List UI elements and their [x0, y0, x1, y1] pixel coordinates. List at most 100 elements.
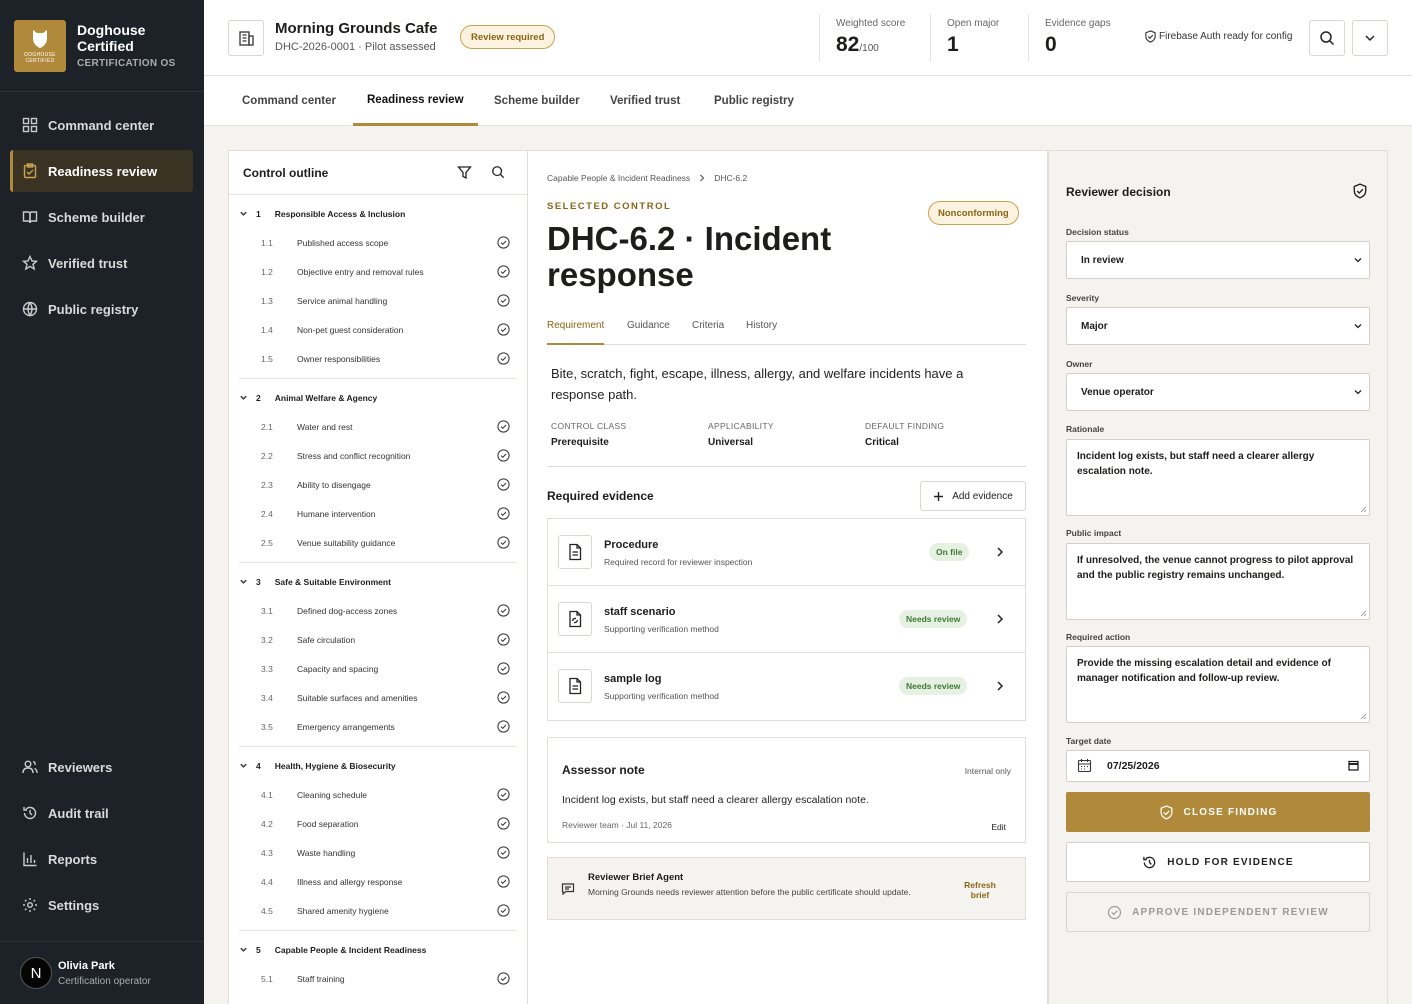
edit-note-button[interactable]: Edit	[991, 822, 1006, 832]
section-divider	[239, 378, 517, 379]
outline-control-item[interactable]: 3.3 Capacity and spacing	[229, 654, 527, 683]
tab-requirement[interactable]: Requirement	[547, 320, 605, 345]
rationale-textarea[interactable]: Incident log exists, but staff need a cl…	[1066, 439, 1370, 516]
resize-grip-icon[interactable]	[1360, 713, 1367, 720]
nav-item-command-center[interactable]: Command center	[10, 104, 193, 146]
breadcrumb-section[interactable]: Capable People & Incident Readiness	[547, 173, 690, 183]
approve-independent-review-button[interactable]: APPROVE INDEPENDENT REVIEW	[1066, 892, 1370, 932]
public-impact-textarea[interactable]: If unresolved, the venue cannot progress…	[1066, 543, 1370, 620]
outline-control-item[interactable]: 3.1 Defined dog-access zones	[229, 596, 527, 625]
outline-control-item[interactable]: 2.3 Ability to disengage	[229, 470, 527, 499]
check-circle-icon	[497, 420, 510, 433]
outline-control-item[interactable]: 2.4 Humane intervention	[229, 499, 527, 528]
check-circle-icon	[497, 265, 510, 278]
user-profile[interactable]: N Olivia Park Certification operator	[0, 941, 204, 1004]
attr-value: Prerequisite	[551, 437, 609, 448]
chevron-down-icon[interactable]	[239, 577, 248, 586]
filter-icon[interactable]	[457, 165, 472, 180]
search-button[interactable]	[1309, 20, 1345, 56]
tab-readiness-review[interactable]: Readiness review	[353, 76, 478, 126]
account-menu-button[interactable]	[1352, 20, 1388, 56]
outline-control-item[interactable]: 4.5 Shared amenity hygiene	[229, 896, 527, 925]
outline-control-item[interactable]: 2.2 Stress and conflict recognition	[229, 441, 527, 470]
outline-control-item[interactable]: 4.3 Waste handling	[229, 838, 527, 867]
decision-status-select[interactable]: In review	[1066, 241, 1370, 279]
outline-control-item[interactable]: 3.5 Emergency arrangements	[229, 712, 527, 741]
outline-control-item[interactable]: 4.4 Illness and allergy response	[229, 867, 527, 896]
outline-control-item[interactable]: 5.1 Staff training	[229, 964, 527, 993]
approve-review-label: APPROVE INDEPENDENT REVIEW	[1132, 906, 1329, 918]
outline-control-item[interactable]: 1.4 Non-pet guest consideration	[229, 315, 527, 344]
tab-public-registry[interactable]: Public registry	[714, 76, 794, 126]
nav-item-verified-trust[interactable]: Verified trust	[10, 242, 193, 284]
attr-label: DEFAULT FINDING	[865, 421, 945, 431]
check-circle-icon	[497, 294, 510, 307]
metric-value: 0	[1045, 33, 1057, 56]
search-icon	[1320, 31, 1335, 46]
evidence-item-procedure[interactable]: Procedure Required record for reviewer i…	[548, 519, 1025, 586]
owner-select[interactable]: Venue operator	[1066, 373, 1370, 411]
outline-control-item[interactable]: 1.3 Service animal handling	[229, 286, 527, 315]
check-circle-icon	[497, 236, 510, 249]
evidence-item-sample-log[interactable]: sample log Supporting verification metho…	[548, 653, 1025, 720]
outline-section[interactable]: 3 Safe & Suitable Environment	[229, 567, 527, 596]
outline-control-item[interactable]: 4.2 Food separation	[229, 809, 527, 838]
control-number: 4.2	[261, 818, 273, 829]
chevron-down-icon[interactable]	[239, 393, 248, 402]
chevron-down-icon[interactable]	[239, 761, 248, 770]
severity-select[interactable]: Major	[1066, 307, 1370, 345]
search-icon[interactable]	[491, 165, 505, 179]
outline-list: 1 Responsible Access & Inclusion 1.1 Publis…	[229, 199, 527, 993]
nav-item-audit-trail[interactable]: Audit trail	[10, 792, 193, 834]
brand[interactable]: DOGHOUSE CERTIFIED Doghouse Certified CE…	[0, 0, 204, 92]
outline-section[interactable]: 1 Responsible Access & Inclusion	[229, 199, 527, 228]
control-number: 3.2	[261, 634, 273, 645]
metric-weighted-score: Weighted score 82/100	[819, 14, 905, 62]
calendar-picker-icon[interactable]	[1348, 760, 1359, 771]
tab-scheme-builder[interactable]: Scheme builder	[494, 76, 580, 126]
add-evidence-button[interactable]: Add evidence	[920, 481, 1026, 511]
close-finding-button[interactable]: CLOSE FINDING	[1066, 792, 1370, 832]
outline-control-item[interactable]: 2.5 Venue suitability guidance	[229, 528, 527, 557]
shield-check-icon	[1160, 804, 1173, 820]
outline-section[interactable]: 4 Health, Hygiene & Biosecurity	[229, 751, 527, 780]
resize-grip-icon[interactable]	[1360, 506, 1367, 513]
evidence-status-badge: On file	[929, 543, 970, 561]
tab-guidance[interactable]: Guidance	[627, 320, 670, 345]
nav-item-reviewers[interactable]: Reviewers	[10, 746, 193, 788]
nav-item-scheme-builder[interactable]: Scheme builder	[10, 196, 193, 238]
refresh-brief-button[interactable]: Refresh brief	[958, 880, 1002, 900]
tab-criteria[interactable]: Criteria	[692, 320, 724, 345]
module-tabs: Command center Readiness review Scheme b…	[204, 76, 1412, 126]
resize-grip-icon[interactable]	[1360, 610, 1367, 617]
check-circle-icon	[497, 904, 510, 917]
nav-item-readiness-review[interactable]: Readiness review	[10, 150, 193, 192]
required-action-textarea[interactable]: Provide the missing escalation detail an…	[1066, 646, 1370, 723]
outline-control-item[interactable]: 4.1 Cleaning schedule	[229, 780, 527, 809]
evidence-title: Required evidence	[547, 489, 654, 503]
outline-control-item[interactable]: 1.5 Owner responsibilities	[229, 344, 527, 373]
nav-item-reports[interactable]: Reports	[10, 838, 193, 880]
outline-control-item[interactable]: 2.1 Water and rest	[229, 412, 527, 441]
outline-control-item[interactable]: 1.2 Objective entry and removal rules	[229, 257, 527, 286]
tab-verified-trust[interactable]: Verified trust	[610, 76, 680, 126]
outline-control-item[interactable]: 3.4 Suitable surfaces and amenities	[229, 683, 527, 712]
tab-command-center[interactable]: Command center	[242, 76, 336, 126]
hold-for-evidence-button[interactable]: HOLD FOR EVIDENCE	[1066, 842, 1370, 882]
evidence-item-staff-scenario[interactable]: staff scenario Supporting verification m…	[548, 586, 1025, 653]
nav-item-settings[interactable]: Settings	[10, 884, 193, 926]
control-title: DHC-6.2 · Incident response	[547, 220, 832, 293]
target-date-input[interactable]: 07/25/2026	[1066, 750, 1370, 782]
outline-section[interactable]: 5 Capable People & Incident Readiness	[229, 935, 527, 964]
attr-value: Universal	[708, 437, 754, 448]
tab-history[interactable]: History	[746, 320, 777, 345]
check-circle-icon	[497, 662, 510, 675]
outline-control-item[interactable]: 3.2 Safe circulation	[229, 625, 527, 654]
nav-item-public-registry[interactable]: Public registry	[10, 288, 193, 330]
nav-label: Public registry	[48, 301, 139, 317]
outline-control-item[interactable]: 1.1 Published access scope	[229, 228, 527, 257]
outline-section[interactable]: 2 Animal Welfare & Agency	[229, 383, 527, 412]
chevron-down-icon[interactable]	[239, 209, 248, 218]
chevron-down-icon[interactable]	[239, 945, 248, 954]
control-label: Capacity and spacing	[297, 663, 379, 674]
